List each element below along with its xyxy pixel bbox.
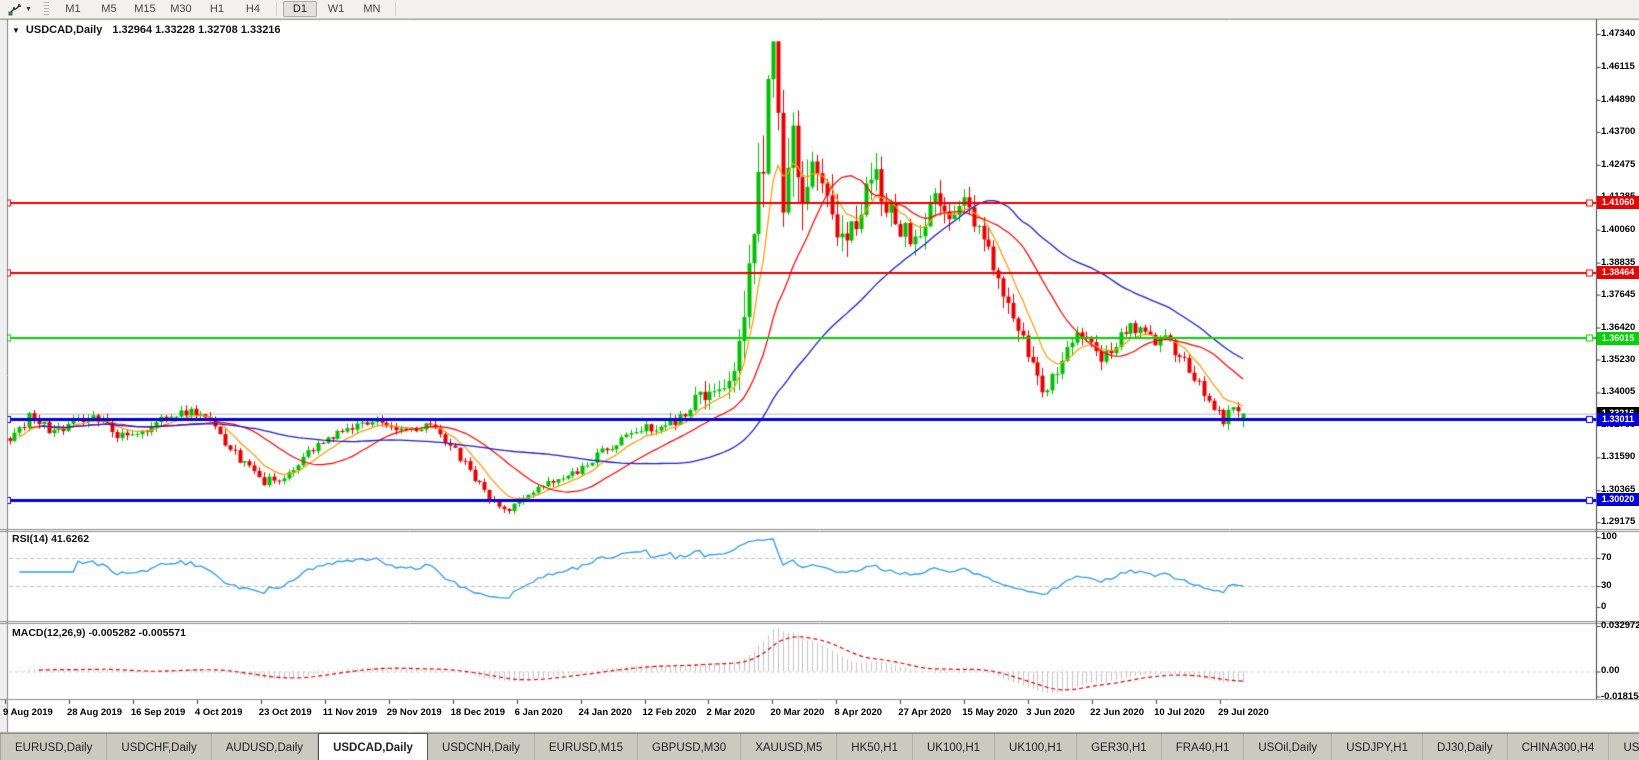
timeframe-button-m15[interactable]: M15 [128,1,162,17]
date-tick-label: 20 Mar 2020 [770,707,825,718]
chart-title: ▼ USDCAD,Daily 1.32964 1.33228 1.32708 1.3… [12,24,281,36]
date-tick-label: 6 Jan 2020 [514,707,563,718]
rsi-tick-label: 0 [1601,601,1607,612]
chart-tab-eurusd[interactable]: EURUSD,M15 [535,734,639,760]
timeframe-button-m5[interactable]: M5 [92,1,126,17]
rsi-tick-label: 30 [1601,580,1612,591]
ohlc-values: 1.32964 1.33228 1.32708 1.33216 [112,24,281,36]
timeframe-button-mn[interactable]: MN [355,1,389,17]
price-tick-label: 1.31590 [1601,451,1636,463]
toolbar-separator [275,2,277,16]
date-tick-label: 11 Nov 2019 [322,707,378,718]
timeframe-button-h4[interactable]: H4 [236,1,270,17]
chart-tab-usdcnh[interactable]: USDCNH,Daily [428,734,535,760]
chart-tab-china300[interactable]: CHINA300,H4 [1508,734,1610,760]
price-tick-label: 1.46115 [1601,60,1635,72]
chart-tabs: EURUSD,Daily USDCHF,Daily AUDUSD,Daily USDC… [1,733,1639,760]
timeframe-button-w1[interactable]: W1 [319,1,353,17]
timeframe-button-m30[interactable]: M30 [164,1,198,17]
macd-label: MACD(12,26,9) -0.005282 -0.005571 [12,627,186,639]
price-line-badge: 1.38464 [1597,266,1639,280]
timeframe-button-m1[interactable]: M1 [56,1,90,17]
price-line-badge: 1.33011 [1597,412,1639,426]
macd-tick-label: -0.018154 [1601,690,1639,702]
chart-tab-usdcad[interactable]: USDCAD,Daily [318,733,428,760]
chart-tab-fra40[interactable]: FRA40,H1 [1162,734,1245,760]
chart-tab-usoil[interactable]: USOil,H [1609,734,1639,760]
macd-tick-label: 0.00 [1601,665,1620,677]
price-tick-label: 1.47340 [1601,28,1636,39]
chart-tab-ger30[interactable]: GER30,H1 [1077,734,1162,760]
date-tick-label: 9 Aug 2019 [3,707,53,718]
chart-tab-usdjpy[interactable]: USDJPY,H1 [1332,734,1423,760]
price-tick-label: 1.29175 [1601,516,1636,528]
date-tick-label: 29 Jul 2020 [1218,707,1269,718]
date-tick-label: 4 Oct 2019 [194,707,243,718]
price-tick-label: 1.44890 [1601,93,1636,105]
date-tick-label: 3 Jun 2020 [1026,707,1075,718]
price-tick-label: 1.42475 [1601,158,1636,170]
chart-tab-eurusd[interactable]: EURUSD,Daily [1,734,108,760]
chevron-down-icon: ▼ [25,5,32,13]
date-tick-label: 24 Jan 2020 [578,707,632,718]
date-tick-label: 10 Jul 2020 [1154,707,1205,718]
price-tick-label: 1.35230 [1601,353,1636,365]
chart-tab-audusd[interactable]: AUDUSD,Daily [212,734,319,760]
rsi-label: RSI(14) 41.6262 [12,533,90,545]
chart-tab-bar: EURUSD,Daily USDCHF,Daily AUDUSD,Daily USDC… [0,733,1639,760]
chart-tab-uk100[interactable]: UK100,H1 [913,734,996,760]
macd-tick-label: 0.032972 [1601,620,1639,632]
trading-platform-window: ▼ M1 M5 M15 M30 H1 H4 D1 W1 MN ▼ USDCAD,Daily 1.32… [0,0,1639,760]
timeframe-button-h1[interactable]: H1 [200,1,234,17]
price-tick-label: 1.34005 [1601,386,1636,398]
timeframe-buttons: M1 M5 M15 M30 H1 H4 D1 W1 MN [55,1,401,17]
date-tick-label: 16 Sep 2019 [130,707,186,718]
chart-tab-dj30[interactable]: DJ30,Daily [1423,734,1508,760]
toolbar-separator [394,2,396,16]
date-tick-label: 29 Nov 2019 [386,707,442,718]
date-tick-label: 8 Apr 2020 [834,707,883,718]
rsi-tick-label: 70 [1601,552,1612,563]
price-tick-label: 1.36420 [1601,321,1636,333]
price-line-badge: 1.36015 [1597,331,1639,345]
price-line-badge: 1.41060 [1597,196,1639,210]
rsi-tick-label: 100 [1601,531,1617,542]
date-tick-label: 18 Dec 2019 [450,707,506,718]
chart-tab-hk50[interactable]: HK50,H1 [837,734,913,760]
date-tick-label: 23 Oct 2019 [258,707,312,718]
date-tick-label: 28 Aug 2019 [66,707,123,718]
timeframe-button-d1[interactable]: D1 [282,1,317,17]
price-tick-label: 1.37645 [1601,288,1636,300]
chart-tab-gbpusd[interactable]: GBPUSD,M30 [638,734,742,760]
toolbar: ▼ M1 M5 M15 M30 H1 H4 D1 W1 MN [0,0,1639,19]
price-line-badge: 1.30020 [1597,493,1639,507]
chart-expand-icon[interactable]: ▼ [12,26,20,35]
date-tick-label: 12 Feb 2020 [642,707,697,718]
symbol-timeframe-label: USDCAD,Daily [25,24,103,36]
chart-tab-usoil[interactable]: USOil,Daily [1244,734,1333,760]
chart-tab-usdchf[interactable]: USDCHF,Daily [107,734,212,760]
chart-tab-uk100[interactable]: UK100,H1 [995,734,1078,760]
price-tick-label: 1.43700 [1601,125,1636,137]
date-tick-label: 15 May 2020 [962,707,1018,718]
price-tick-label: 1.40060 [1601,223,1636,235]
date-tick-label: 2 Mar 2020 [706,707,756,718]
chart-tab-xauusd[interactable]: XAUUSD,M5 [741,734,838,760]
crosshair-tool-icon [8,3,22,16]
chart-canvas[interactable] [0,0,1639,760]
date-tick-label: 22 Jun 2020 [1090,707,1145,718]
toolbar-grip[interactable] [43,2,49,16]
crosshair-tool-button[interactable]: ▼ [4,1,36,17]
date-tick-label: 27 Apr 2020 [898,707,952,718]
